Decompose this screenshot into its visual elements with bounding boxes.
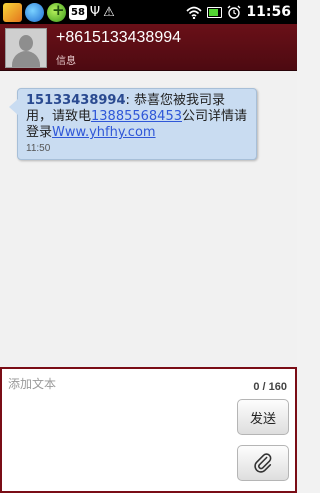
avatar-body-shape [12, 51, 40, 67]
message-separator: : [125, 93, 135, 108]
avatar-head-shape [19, 35, 33, 51]
battery-icon [207, 6, 223, 18]
warning-icon: ⚠ [103, 4, 115, 20]
alarm-icon [227, 5, 241, 19]
phone-link[interactable]: 13885568453 [91, 109, 182, 124]
send-button[interactable]: 发送 [237, 399, 289, 435]
status-bar: 58 Ψ ⚠ 11:56 [0, 0, 297, 24]
usb-icon: Ψ [89, 4, 101, 20]
char-counter: 0 / 160 [253, 381, 287, 393]
message-time: 11:50 [26, 143, 51, 154]
attach-button[interactable] [237, 445, 289, 481]
browser-icon [25, 2, 44, 22]
notification-icons: 58 Ψ ⚠ [0, 1, 115, 22]
system-icons: 11:56 [186, 4, 297, 20]
message-bubble[interactable]: 15133438994: 恭喜您被我司录用，请致电13885568453公司详情… [9, 88, 257, 160]
message-sender[interactable]: 15133438994 [26, 93, 126, 108]
contact-header[interactable]: +8615133438994 信息 [0, 24, 297, 71]
compose-panel: 0 / 160 发送 [0, 367, 297, 493]
app-icon [3, 2, 22, 22]
paperclip-icon [254, 453, 272, 473]
notification-badge: 58 [69, 4, 87, 20]
message-text: 15133438994: 恭喜您被我司录用，请致电13885568453公司详情… [26, 93, 250, 141]
app-plus-icon [47, 1, 66, 22]
wifi-icon [186, 6, 202, 19]
contact-subtitle: 信息 [56, 56, 76, 67]
conversation-area[interactable]: 15133438994: 恭喜您被我司录用，请致电13885568453公司详情… [0, 71, 297, 367]
contact-number: +8615133438994 [56, 29, 182, 46]
url-link[interactable]: Www.yhfhy.com [52, 125, 156, 140]
status-time: 11:56 [246, 4, 291, 20]
message-input[interactable] [8, 375, 218, 475]
avatar[interactable] [5, 28, 47, 68]
